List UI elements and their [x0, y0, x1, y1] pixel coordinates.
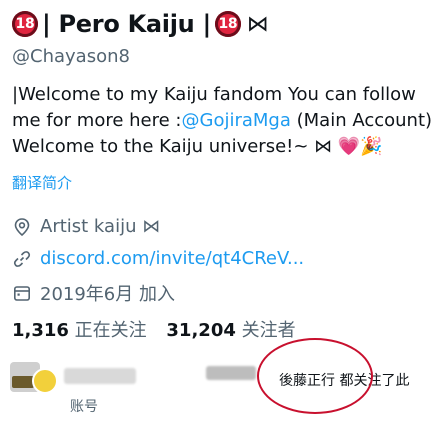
followed-by-text: 後藤正行 都关注了此: [279, 373, 410, 389]
website-row: discord.com/invite/qt4CReV...: [12, 248, 304, 269]
following-label[interactable]: 正在关注: [75, 320, 147, 341]
age-18-badge-icon: 18: [12, 11, 38, 37]
bio-line-3-text: Welcome to the Kaiju universe!~ ⋈: [12, 136, 338, 157]
following-count[interactable]: 1,316: [12, 320, 69, 341]
avatar-2: [32, 368, 58, 394]
translate-bio-link[interactable]: 翻译简介: [12, 172, 72, 193]
display-name: | Pero Kaiju |: [42, 10, 211, 38]
location-text: Artist kaiju ⋈: [40, 216, 161, 237]
heart-party-emoji: 💗🎉: [337, 136, 383, 157]
location-pin-icon: [12, 217, 32, 237]
gojiramga-mention-link[interactable]: @GojiraMga: [182, 110, 291, 131]
bio-line-1: |Welcome to my Kaiju fandom You can foll…: [12, 84, 416, 105]
location-row: Artist kaiju ⋈: [12, 216, 160, 237]
bowtie-symbol: ⋈: [246, 11, 269, 37]
follow-stats: 1,316 正在关注 31,204 关注者: [12, 316, 310, 342]
account-label: 账号: [70, 399, 98, 415]
link-icon: [12, 249, 32, 269]
calendar-icon: [12, 283, 32, 303]
profile-card: 18 | Pero Kaiju | 18 ⋈ @Chayason8 |Welco…: [0, 0, 443, 445]
bio: |Welcome to my Kaiju fandom You can foll…: [12, 82, 437, 160]
bio-line-2-suffix: (Main Account): [290, 110, 433, 131]
bio-line-2: me for more here :@GojiraMga (Main Accou…: [12, 108, 437, 134]
age-18-badge-icon-2: 18: [214, 11, 241, 37]
followers-label[interactable]: 关注者: [242, 320, 296, 341]
redacted-name-blur-2: [206, 366, 256, 380]
joined-row: 2019年6月 加入: [12, 280, 175, 306]
joined-date: 2019年6月 加入: [40, 284, 175, 305]
bio-line-3: Welcome to the Kaiju universe!~ ⋈ 💗🎉: [12, 134, 437, 160]
followers-count[interactable]: 31,204: [166, 320, 235, 341]
redacted-name-blur: [64, 368, 136, 384]
discord-invite-link[interactable]: discord.com/invite/qt4CReV...: [40, 248, 304, 269]
display-name-row: 18 | Pero Kaiju | 18 ⋈: [12, 8, 269, 40]
followers-you-know[interactable]: 後藤正行 都关注了此 账号: [0, 356, 443, 416]
bio-line-2-prefix: me for more here :: [12, 110, 182, 131]
user-handle: @Chayason8: [12, 46, 130, 67]
